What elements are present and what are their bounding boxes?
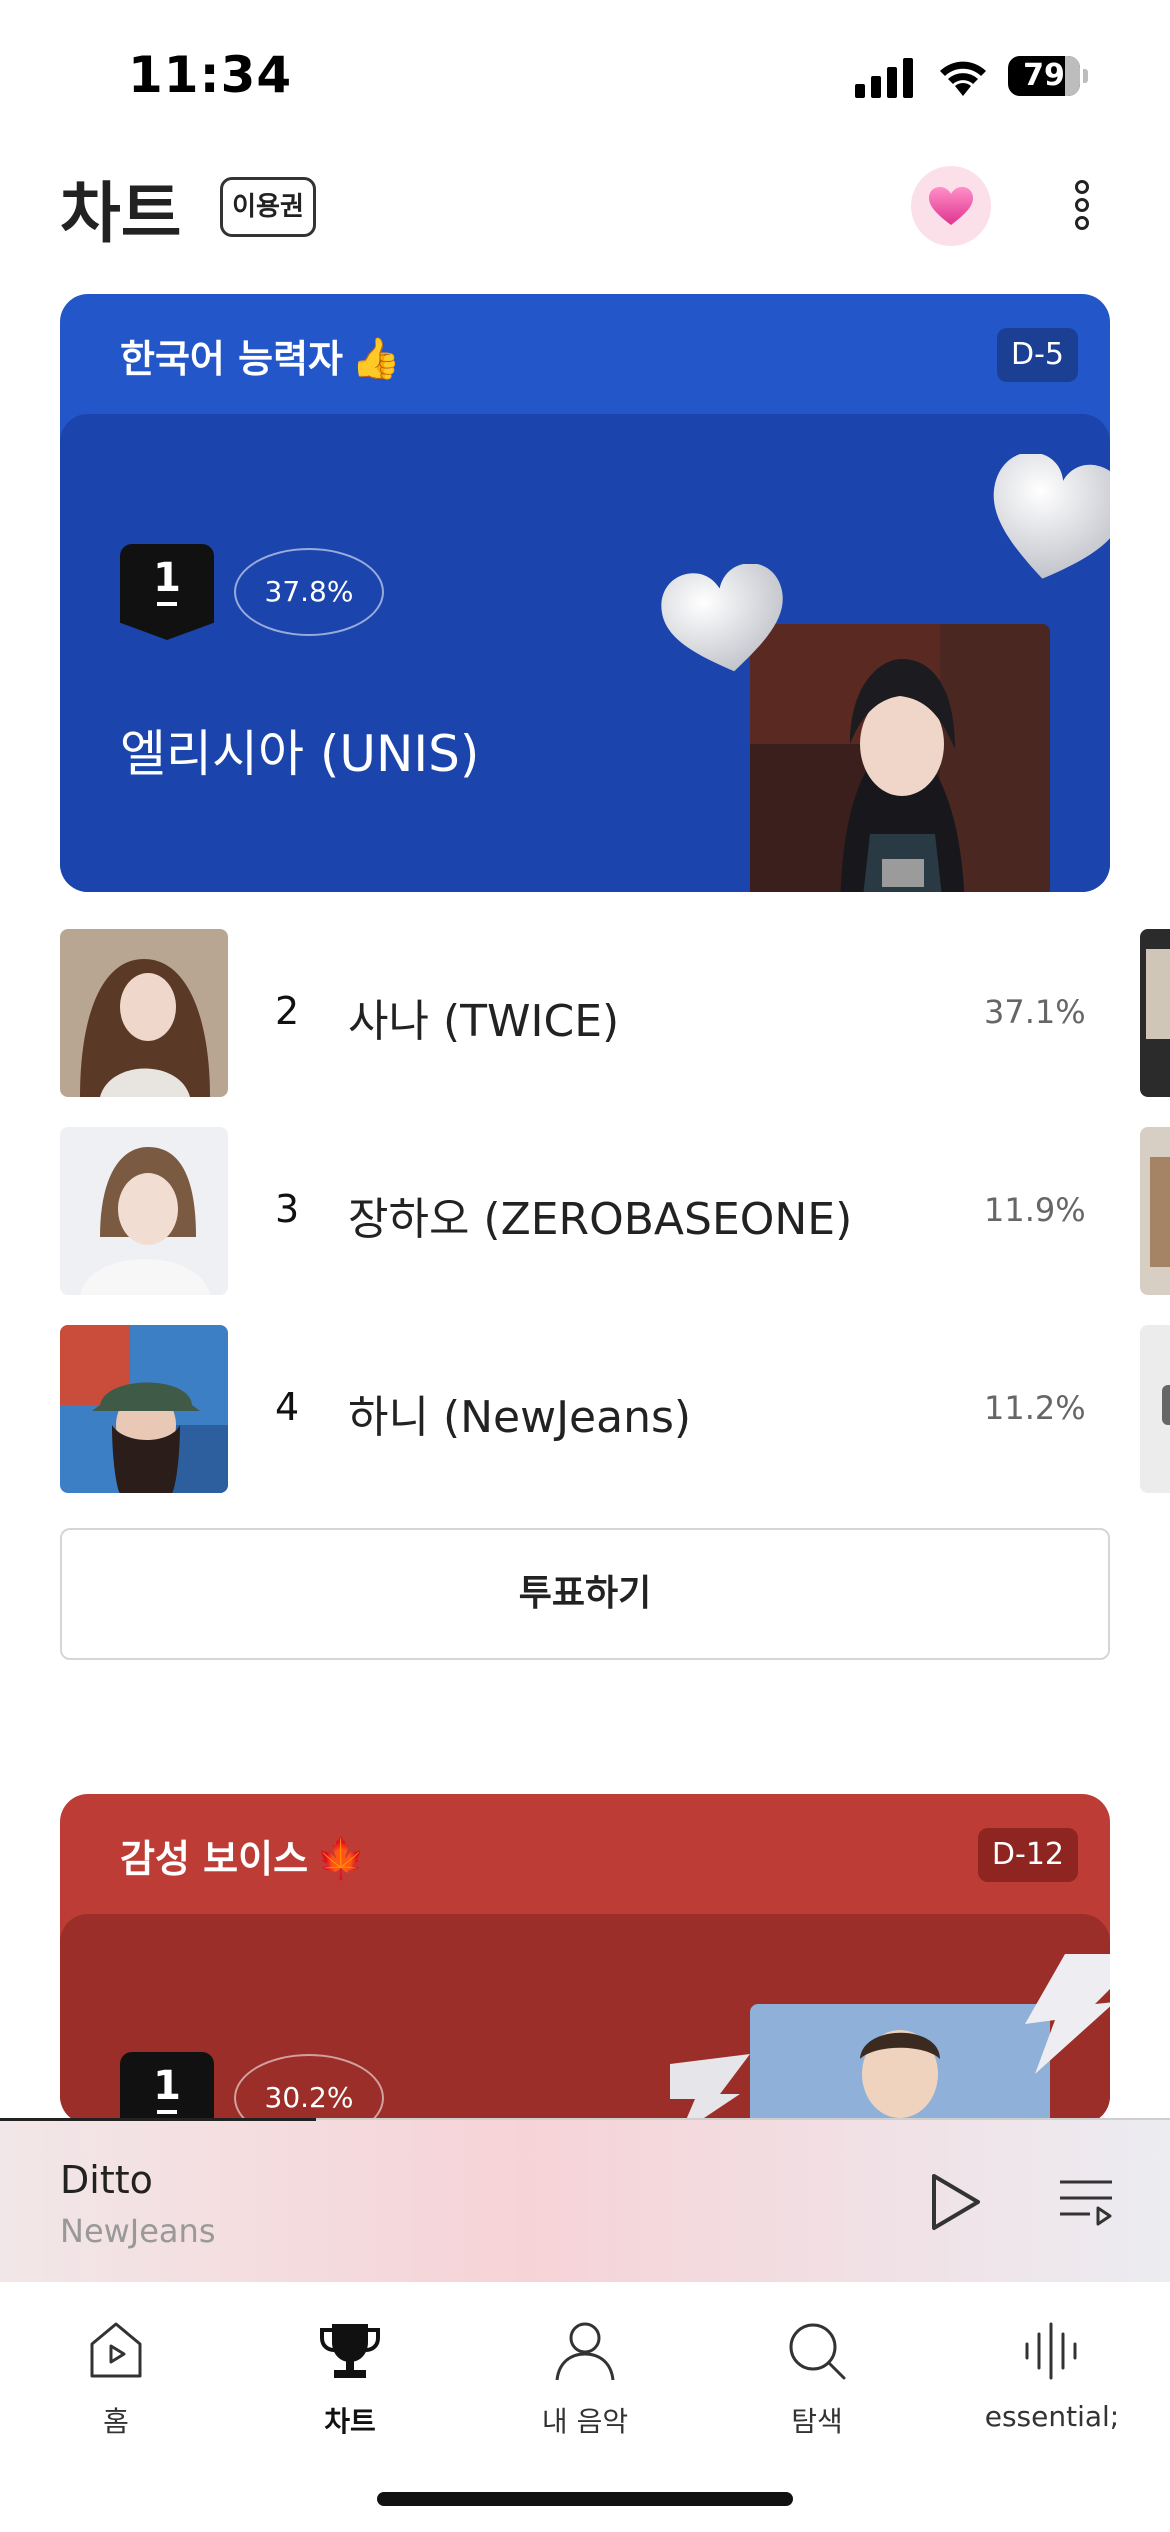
- play-icon[interactable]: [928, 2172, 984, 2232]
- percent-pill: 37.8%: [234, 548, 384, 636]
- more-dot-icon: [1075, 216, 1089, 230]
- page-title: 차트: [60, 175, 182, 252]
- rank-badge: 1: [120, 2052, 214, 2124]
- rank-number: 3: [275, 1187, 300, 1231]
- now-playing-artist: NewJeans: [60, 2212, 216, 2250]
- artist-thumbnail: [60, 1325, 228, 1493]
- pass-button[interactable]: 이용권: [220, 177, 316, 237]
- artist-thumbnail: [60, 929, 228, 1097]
- wifi-icon: [940, 61, 986, 96]
- card-title: 감성 보이스 🍁: [120, 1836, 366, 1882]
- winner-name: 엘리시아 (UNIS): [120, 725, 480, 783]
- artist-name: 장하오 (ZEROBASEONE): [348, 1194, 853, 1245]
- tab-explore[interactable]: 탐색: [722, 2302, 912, 2438]
- winner-panel: 1 37.8% 엘리시아 (UNIS): [60, 414, 1110, 892]
- status-time: 11:34: [128, 46, 293, 104]
- next-card-peek[interactable]: [1140, 929, 1170, 1097]
- percent-pill: 30.2%: [234, 2054, 384, 2124]
- playback-progress[interactable]: [0, 2118, 316, 2121]
- heart-button[interactable]: [911, 166, 991, 246]
- tab-chart[interactable]: 차트: [255, 2302, 445, 2438]
- artist-name: 사나 (TWICE): [348, 996, 620, 1047]
- trophy-icon: [320, 2324, 380, 2378]
- rank-badge: 1: [120, 544, 214, 640]
- thumbs-up-icon: 👍: [351, 336, 401, 382]
- maple-leaf-icon: 🍁: [316, 1836, 366, 1882]
- vote-percent: 11.9%: [984, 1191, 1086, 1229]
- more-options-button[interactable]: [1060, 170, 1104, 240]
- vote-card[interactable]: 한국어 능력자 👍 D-5 1 37.8% 엘리시아 (UNIS): [60, 294, 1110, 892]
- search-icon: [789, 2323, 846, 2380]
- card-title: 한국어 능력자 👍: [120, 336, 401, 382]
- tab-label: 탐색: [791, 2405, 843, 2438]
- next-card-peek[interactable]: [1140, 1127, 1170, 1295]
- person-icon: [555, 2322, 615, 2381]
- winner-panel: 1 30.2%: [60, 1914, 1110, 2124]
- vote-percent: 11.2%: [984, 1389, 1086, 1427]
- battery-level: 79: [1023, 58, 1065, 93]
- now-playing-title: Ditto: [60, 2158, 153, 2202]
- battery-icon: 79: [1008, 56, 1088, 96]
- artist-name: 하니 (NewJeans): [348, 1392, 692, 1443]
- next-card-peek[interactable]: [1140, 1325, 1170, 1493]
- tab-my-music[interactable]: 내 음악: [490, 2302, 680, 2438]
- winner-photo: [750, 624, 1050, 892]
- lightning-decoration-icon: [1025, 1954, 1110, 2074]
- ranking-row[interactable]: 3 장하오 (ZEROBASEONE) 11.9%: [60, 1127, 1170, 1297]
- tab-essential[interactable]: essential;: [957, 2302, 1147, 2433]
- tab-label: essential;: [984, 2400, 1120, 2433]
- soundwave-icon: [1025, 2322, 1077, 2380]
- heart-icon: [929, 187, 973, 225]
- home-icon: [90, 2322, 142, 2378]
- home-indicator: [377, 2492, 793, 2506]
- rank-number: 4: [275, 1385, 300, 1429]
- dday-badge: D-5: [996, 328, 1078, 382]
- tab-home[interactable]: 홈: [21, 2302, 211, 2438]
- more-dot-icon: [1075, 198, 1089, 212]
- heart-decoration-icon: [993, 454, 1110, 579]
- vote-card[interactable]: 감성 보이스 🍁 D-12 1 30.2%: [60, 1794, 1110, 2124]
- heart-decoration-icon: [661, 564, 783, 672]
- playlist-icon[interactable]: [1056, 2176, 1116, 2228]
- tab-label: 차트: [324, 2405, 376, 2438]
- status-bar: 11:34 79: [0, 0, 1170, 150]
- tab-label: 홈: [103, 2405, 129, 2438]
- mini-player[interactable]: Ditto NewJeans: [0, 2118, 1170, 2282]
- ranking-row[interactable]: 2 사나 (TWICE) 37.1%: [60, 929, 1170, 1099]
- ranking-row[interactable]: 4 하니 (NewJeans) 11.2%: [60, 1325, 1170, 1495]
- dday-badge: D-12: [977, 1828, 1078, 1882]
- vote-button[interactable]: 투표하기: [60, 1528, 1110, 1660]
- lightning-decoration-icon: [670, 2054, 750, 2124]
- cellular-signal-icon: [855, 58, 913, 98]
- artist-thumbnail: [60, 1127, 228, 1295]
- vote-percent: 37.1%: [984, 993, 1086, 1031]
- more-dot-icon: [1075, 180, 1089, 194]
- tab-label: 내 음악: [541, 2405, 629, 2438]
- rank-number: 2: [275, 989, 300, 1033]
